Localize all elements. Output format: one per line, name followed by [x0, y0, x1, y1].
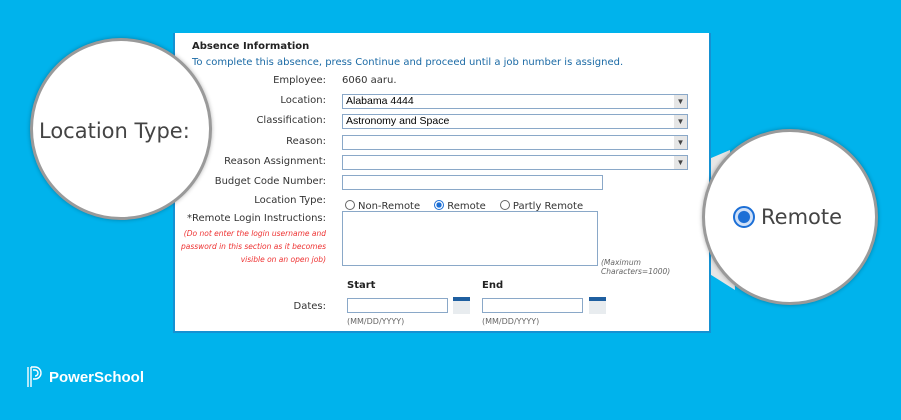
- radio-partly-remote[interactable]: [499, 200, 510, 210]
- radio-non-remote[interactable]: [345, 200, 355, 210]
- location-label: Location:: [280, 95, 326, 106]
- classification-select[interactable]: Astronomy and Space ▼: [342, 114, 688, 129]
- reason-label: Reason:: [286, 136, 326, 147]
- chevron-down-icon: ▼: [674, 115, 687, 128]
- powerschool-logo-icon: [27, 366, 42, 387]
- budget-label: Budget Code Number:: [214, 176, 326, 187]
- location-select[interactable]: Alabama 4444 ▼: [342, 94, 688, 109]
- section-title: Absence Information: [192, 41, 310, 52]
- chevron-down-icon: ▼: [674, 95, 687, 108]
- classification-label: Classification:: [256, 115, 326, 126]
- calendar-icon[interactable]: [589, 297, 606, 314]
- reason-assignment-label: Reason Assignment:: [224, 156, 326, 167]
- end-label: End: [482, 280, 504, 291]
- max-chars-note: (Maximum Characters=1000): [601, 258, 671, 276]
- employee-label: Employee:: [273, 75, 326, 86]
- radio-remote[interactable]: [434, 200, 445, 210]
- chevron-down-icon: ▼: [674, 136, 687, 149]
- absence-form: Absence Information To complete this abs…: [173, 33, 711, 333]
- radio-selected-icon: [733, 206, 755, 228]
- calendar-icon[interactable]: [453, 297, 470, 314]
- remote-warning: (Do not enter the login username and pas…: [180, 229, 326, 264]
- start-label: Start: [347, 280, 376, 291]
- remote-login-label: *Remote Login Instructions:: [186, 213, 326, 224]
- budget-input[interactable]: [342, 175, 603, 190]
- dates-label: Dates:: [293, 301, 326, 312]
- remote-login-textarea[interactable]: [342, 211, 598, 266]
- zoom-callout-right: Remote: [702, 129, 878, 305]
- powerschool-logo: PowerSchool: [27, 366, 144, 388]
- zoom-callout-left: Location Type:: [30, 38, 212, 220]
- start-date-format: (MM/DD/YYYY): [347, 317, 405, 326]
- employee-value: 6060 aaru.: [342, 75, 397, 86]
- instructions: To complete this absence, press Continue…: [192, 57, 624, 68]
- reason-select[interactable]: ▼: [342, 135, 688, 150]
- reason-assignment-select[interactable]: ▼: [342, 155, 688, 170]
- start-date-input[interactable]: [347, 298, 448, 313]
- end-date-format: (MM/DD/YYYY): [482, 317, 540, 326]
- end-date-input[interactable]: [482, 298, 583, 313]
- chevron-down-icon: ▼: [674, 156, 687, 169]
- location-type-label: Location Type:: [254, 195, 326, 206]
